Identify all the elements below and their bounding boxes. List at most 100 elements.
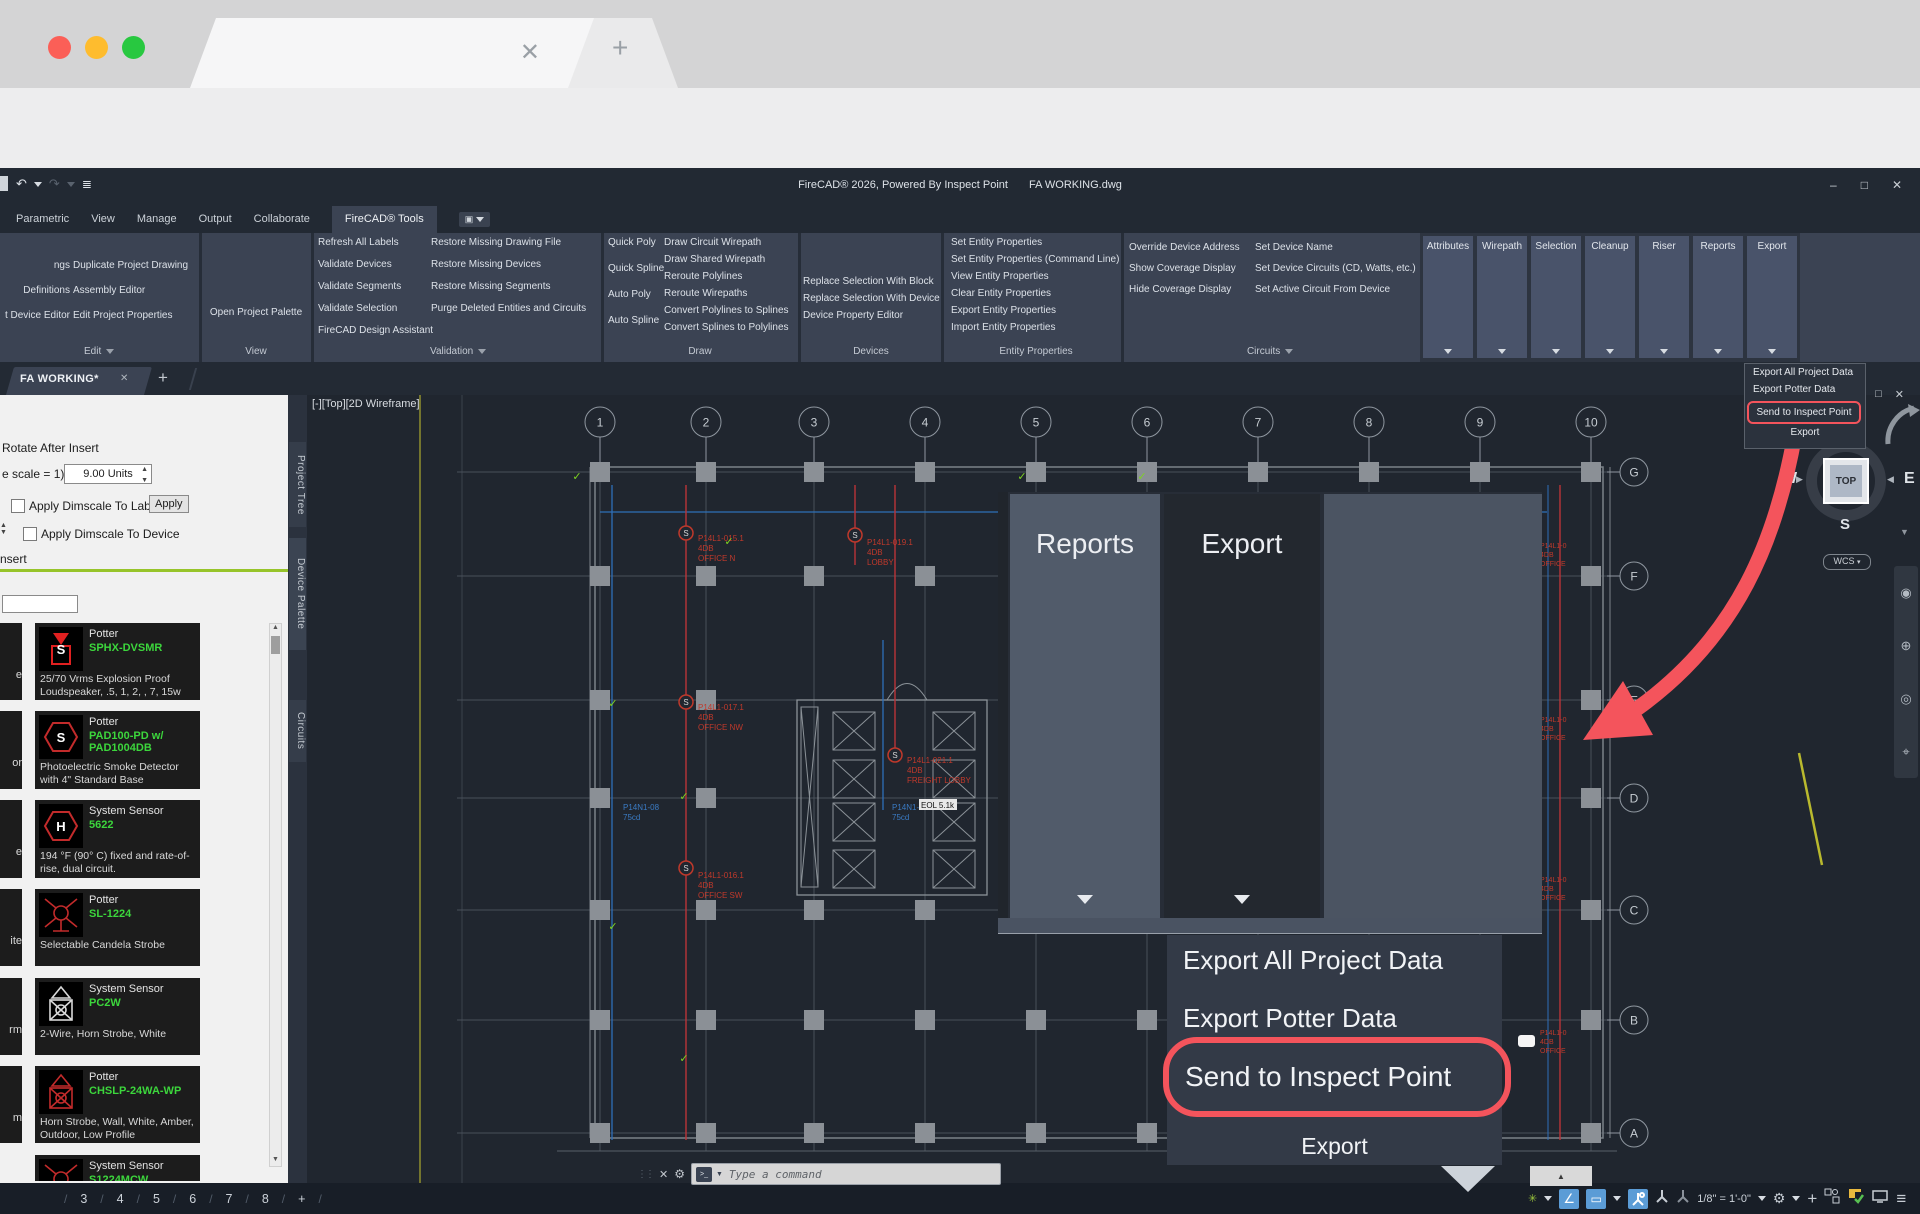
viewcube-top-label[interactable]: TOP (1836, 476, 1856, 487)
ribbon-column-label[interactable]: Export (1747, 241, 1797, 252)
column-caret-icon[interactable] (1498, 349, 1506, 354)
ribbon-column-label[interactable]: Cleanup (1585, 241, 1635, 252)
big-menu-item-export-all[interactable]: Export All Project Data (1183, 945, 1443, 976)
spinner-down-icon[interactable]: ▼ (141, 472, 148, 490)
overlay-export-column[interactable]: Export (1164, 494, 1320, 918)
polar-tracking-icon[interactable]: ∠ (1559, 1189, 1579, 1209)
ribbon-item[interactable]: Edit Project Properties (73, 309, 188, 322)
ribbon-item[interactable]: Export Entity Properties (951, 304, 1119, 317)
ribbon-column-label[interactable]: Reports (1693, 241, 1743, 252)
drawing-close-icon[interactable]: ✕ (1895, 388, 1904, 401)
ribbon-column-attributes[interactable]: Attributes (1423, 236, 1473, 358)
ribbon-column-label[interactable]: Riser (1639, 241, 1689, 252)
overlay-export-label[interactable]: Export (1164, 528, 1320, 560)
viewcube-south[interactable]: S (1840, 516, 1850, 533)
viewcube-west[interactable]: W (1782, 470, 1797, 488)
ribbon-item[interactable]: Auto Poly (608, 288, 664, 301)
command-drag-handle[interactable]: ⋮⋮ (637, 1169, 653, 1180)
ribbon-item[interactable]: Hide Coverage Display (1129, 283, 1240, 296)
zoom-icon[interactable]: ◎ (1900, 691, 1911, 707)
dimscale-device-checkbox[interactable] (23, 527, 37, 541)
document-tab-label[interactable]: FA WORKING* (20, 373, 99, 385)
gear-caret-icon[interactable] (1792, 1196, 1800, 1201)
command-history-caret-icon[interactable]: ▼ (716, 1171, 723, 1178)
ribbon-item[interactable]: View Entity Properties (951, 270, 1119, 283)
display-icon[interactable] (1872, 1189, 1889, 1209)
command-close-icon[interactable]: ✕ (659, 1168, 668, 1181)
viewcube-east[interactable]: E (1904, 470, 1915, 488)
device-card[interactable]: PotterSL-1224Selectable Candela Strobe (35, 889, 200, 966)
ribbon-item[interactable]: t Device Editor (2, 309, 70, 322)
command-prompt-icon[interactable]: >_ (696, 1167, 712, 1182)
viewcube-west-arrow-icon[interactable]: ▶ (1796, 474, 1803, 485)
ribbon-item[interactable]: Open Project Palette (206, 306, 306, 319)
ribbon-display-toggle[interactable]: ▣ (459, 212, 490, 227)
steering-wheel-icon[interactable]: ◉ (1900, 585, 1911, 601)
ribbon-item[interactable]: Clear Entity Properties (951, 287, 1119, 300)
ribbon-item[interactable]: Validate Segments (318, 280, 433, 293)
ribbon-item[interactable]: Draw Circuit Wirepath (664, 236, 789, 249)
ribbon-column-label[interactable]: Wirepath (1477, 241, 1527, 252)
ribbon-item[interactable]: Convert Splines to Polylines (664, 321, 789, 334)
panel-label-validation[interactable]: Validation (430, 346, 486, 357)
ribbon-item[interactable]: Auto Spline (608, 314, 664, 327)
status-menu-icon[interactable]: ≡ (1896, 1189, 1906, 1209)
ribbon-item[interactable]: Restore Missing Segments (431, 280, 586, 293)
layout-tab-7[interactable]: 7 (226, 1192, 233, 1206)
new-tab-icon[interactable]: + (612, 32, 628, 64)
ribbon-column-reports[interactable]: Reports (1693, 236, 1743, 358)
ribbon-item[interactable]: Purge Deleted Entities and Circuits (431, 302, 586, 315)
panel-caret-icon[interactable] (478, 349, 486, 354)
settings-gear-icon[interactable]: ⚙ (1773, 1190, 1786, 1207)
command-wrench-icon[interactable]: ⚙ (674, 1167, 685, 1181)
panel-label-circuits[interactable]: Circuits (1247, 346, 1293, 357)
overlay-export-caret-icon[interactable] (1234, 895, 1250, 904)
panel-caret-icon[interactable] (106, 349, 114, 354)
ribbon-item[interactable]: Validate Selection (318, 302, 433, 315)
tab-parametric[interactable]: Parametric (16, 213, 69, 225)
ribbon-item[interactable]: Quick Spline (608, 262, 664, 275)
tab-firecad-tools[interactable]: FireCAD® Tools (332, 206, 437, 233)
ribbon-item[interactable]: ngs (2, 259, 70, 272)
workspace-icon[interactable] (1824, 1188, 1840, 1209)
ribbon-item[interactable]: Assembly Editor (73, 284, 188, 297)
export-status-icon[interactable] (1847, 1188, 1865, 1209)
ribbon-column-wirepath[interactable]: Wirepath (1477, 236, 1527, 358)
ribbon-item[interactable]: Validate Devices (318, 258, 433, 271)
column-caret-icon[interactable] (1552, 349, 1560, 354)
pan-icon[interactable]: ⊕ (1901, 638, 1912, 654)
device-card[interactable]: System SensorPC2W2-Wire, Horn Strobe, Wh… (35, 978, 200, 1055)
tab-project-tree[interactable]: Project Tree (289, 442, 306, 527)
ribbon-column-label[interactable]: Attributes (1423, 241, 1473, 252)
isoplane-right-icon[interactable] (1676, 1189, 1690, 1208)
app-restore-icon[interactable]: □ (1861, 178, 1868, 192)
device-card[interactable]: SPotterPAD100-PD w/ PAD1004DBPhotoelectr… (35, 711, 200, 789)
ribbon-toggle-caret-icon[interactable] (476, 217, 484, 222)
ribbon-item[interactable]: Restore Missing Devices (431, 258, 586, 271)
ribbon-column-cleanup[interactable]: Cleanup (1585, 236, 1635, 358)
scrollbar-thumb[interactable] (271, 636, 280, 654)
ribbon-item[interactable]: Replace Selection With Device (803, 292, 940, 305)
traffic-light-zoom[interactable] (122, 36, 145, 59)
ribbon-item[interactable]: Quick Poly (608, 236, 664, 249)
ribbon-item[interactable]: FireCAD Design Assistant (318, 324, 433, 337)
device-card[interactable]: HSystem Sensor5622194 °F (90° C) fixed a… (35, 800, 200, 878)
device-card[interactable]: PotterCHSLP-24WA-WPHorn Strobe, Wall, Wh… (35, 1066, 200, 1143)
ribbon-item[interactable]: Show Coverage Display (1129, 262, 1240, 275)
snap-caret-icon[interactable] (1544, 1196, 1552, 1201)
tab-manage[interactable]: Manage (137, 213, 177, 225)
column-caret-icon[interactable] (1606, 349, 1614, 354)
units-value[interactable]: 9.00 Units (83, 468, 133, 480)
ribbon-item[interactable]: Restore Missing Drawing File (431, 236, 586, 249)
new-document-tab-icon[interactable]: + (158, 368, 168, 388)
navigation-bar[interactable]: ◉ ⊕ ◎ ⌖ (1894, 566, 1918, 778)
layout-tab-4[interactable]: 4 (117, 1192, 124, 1206)
big-menu-item-export-potter[interactable]: Export Potter Data (1183, 1003, 1397, 1034)
scale-caret-icon[interactable] (1758, 1196, 1766, 1201)
ribbon-item[interactable]: Set Device Name (1255, 241, 1416, 254)
column-caret-icon[interactable] (1660, 349, 1668, 354)
overlay-reports-column[interactable]: Reports (1010, 494, 1160, 918)
isoplane-left-icon[interactable] (1628, 1189, 1648, 1209)
object-snap-tracking-icon[interactable]: ▭ (1586, 1189, 1606, 1209)
device-card[interactable]: System SensorS1224MCW (35, 1155, 200, 1181)
